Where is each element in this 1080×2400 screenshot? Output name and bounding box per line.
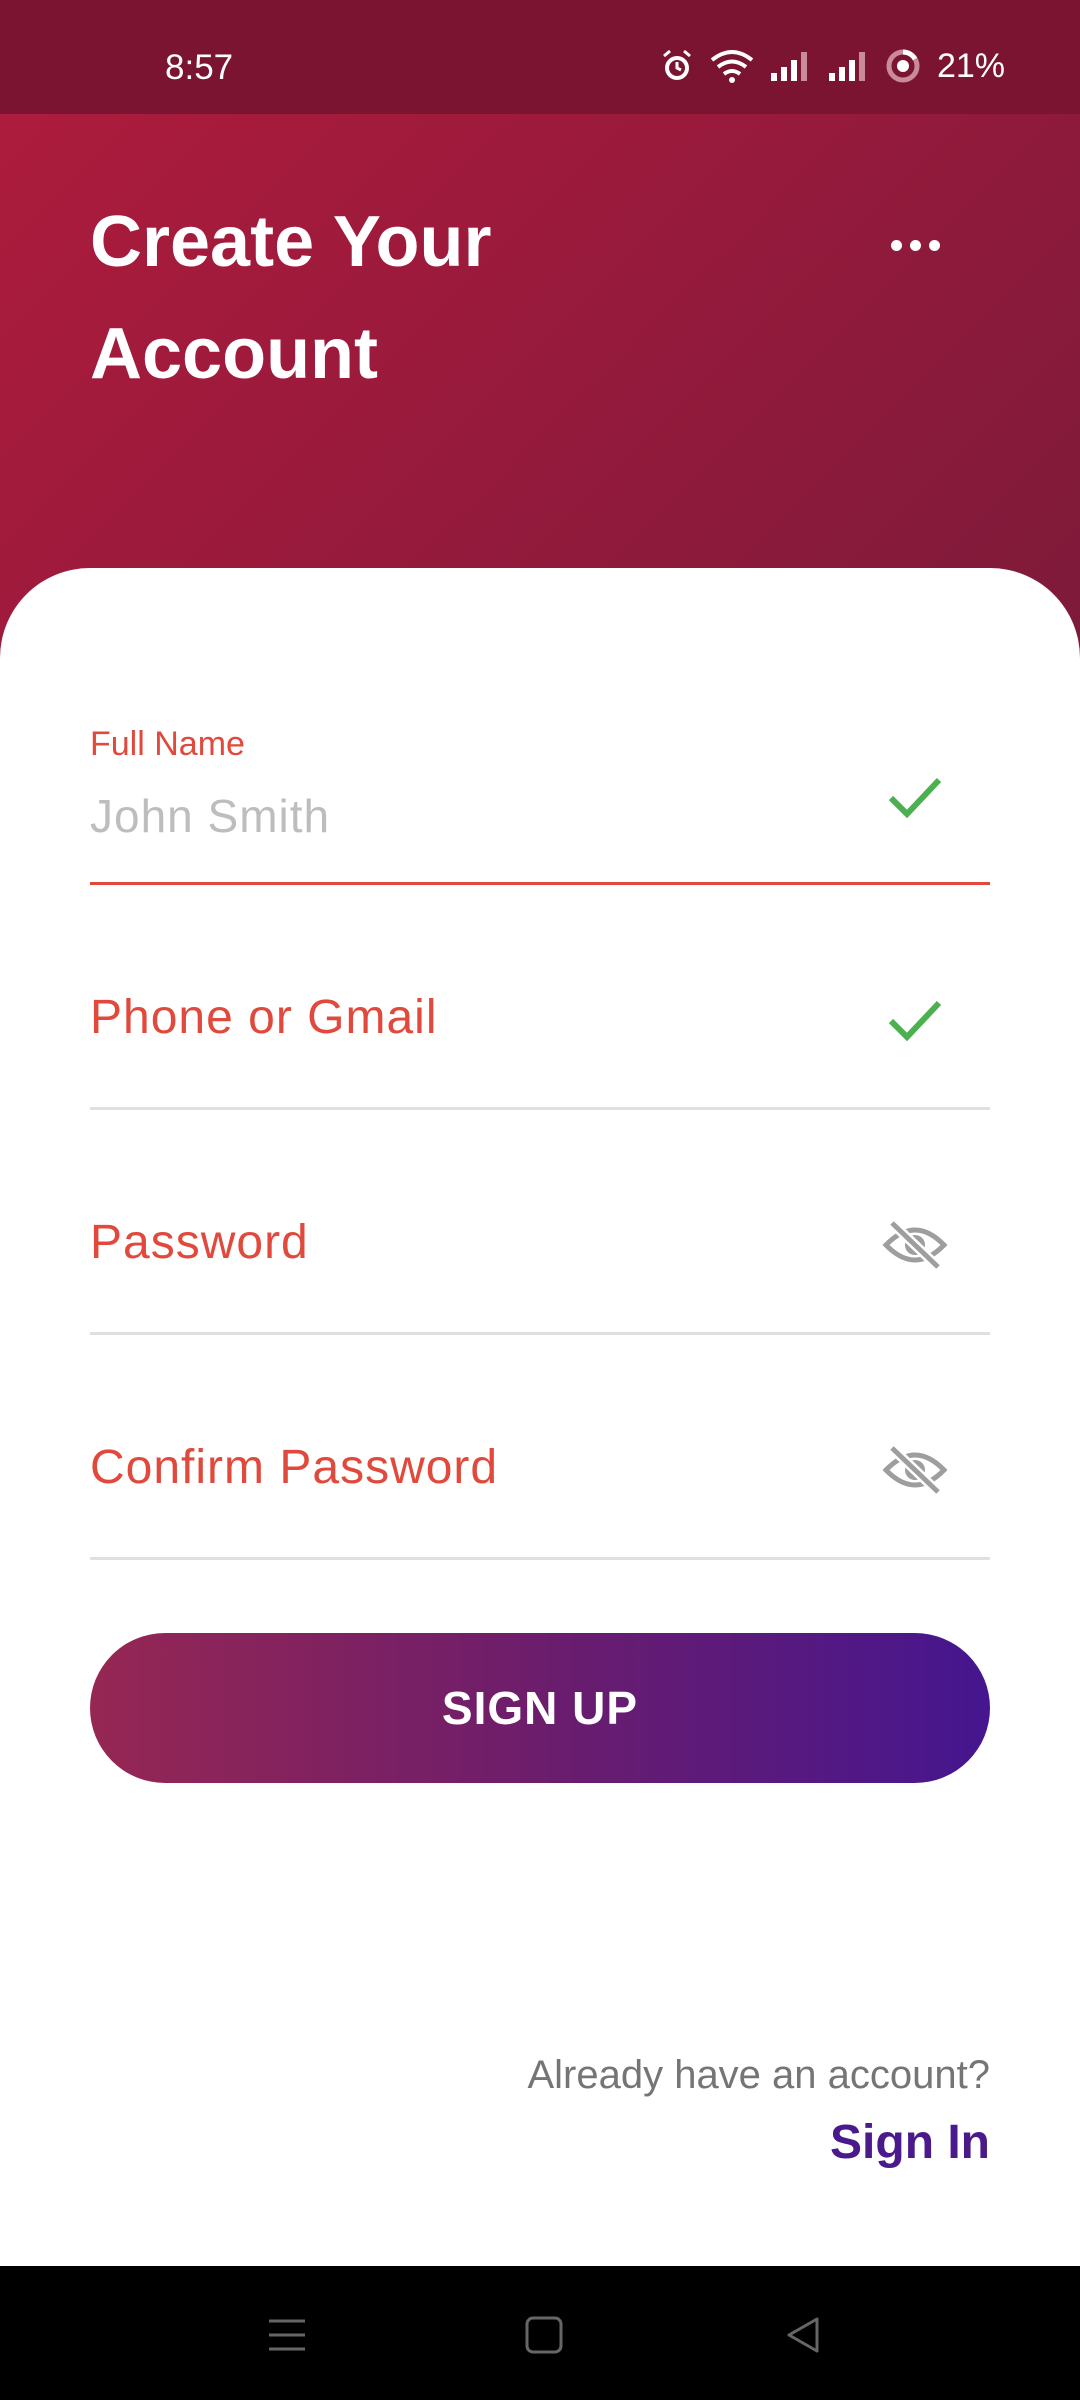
more-options-button[interactable] [880, 220, 950, 270]
password-label: Password [90, 1216, 309, 1269]
contact-underline [90, 1107, 990, 1110]
confirm-password-label: Confirm Password [90, 1441, 499, 1494]
confirm-password-underline [90, 1557, 990, 1560]
full-name-underline [90, 882, 990, 885]
menu-icon [269, 2319, 305, 2351]
alarm-icon [662, 49, 691, 80]
sign-in-link[interactable]: Sign In [830, 2115, 990, 2170]
recents-button[interactable] [257, 2310, 317, 2360]
contact-field[interactable]: Phone or Gmail [90, 960, 990, 1110]
square-icon [525, 2316, 563, 2354]
signal-icon-2 [828, 52, 865, 81]
check-icon [880, 990, 950, 1050]
wifi-icon [710, 50, 754, 83]
system-nav-bar [0, 2266, 1080, 2400]
page-title: Create Your Account [90, 202, 492, 394]
already-have-account-text: Already have an account? [527, 2053, 990, 2097]
signal-icon [770, 52, 807, 81]
back-triangle-icon [787, 2317, 819, 2353]
full-name-label: Full Name [90, 725, 245, 763]
battery-percent: 21% [936, 46, 1005, 85]
contact-label: Phone or Gmail [90, 991, 438, 1044]
back-button[interactable] [773, 2310, 833, 2360]
confirm-password-field[interactable]: Confirm Password [90, 1410, 990, 1560]
full-name-input[interactable]: John Smith [90, 789, 330, 843]
status-bar: 8:57 21% [0, 0, 1080, 114]
check-icon [880, 767, 950, 827]
sign-up-button[interactable]: SIGN UP [90, 1633, 990, 1783]
status-time: 8:57 [165, 48, 234, 87]
eye-off-icon[interactable] [880, 1215, 950, 1275]
home-button[interactable] [514, 2310, 574, 2360]
more-horizontal-icon [890, 239, 902, 251]
battery-icon [886, 49, 920, 83]
password-field[interactable]: Password [90, 1185, 990, 1335]
password-underline [90, 1332, 990, 1335]
status-icons: 21% [659, 46, 1005, 86]
eye-off-icon[interactable] [880, 1440, 950, 1500]
full-name-field[interactable]: Full Name John Smith [90, 725, 990, 885]
